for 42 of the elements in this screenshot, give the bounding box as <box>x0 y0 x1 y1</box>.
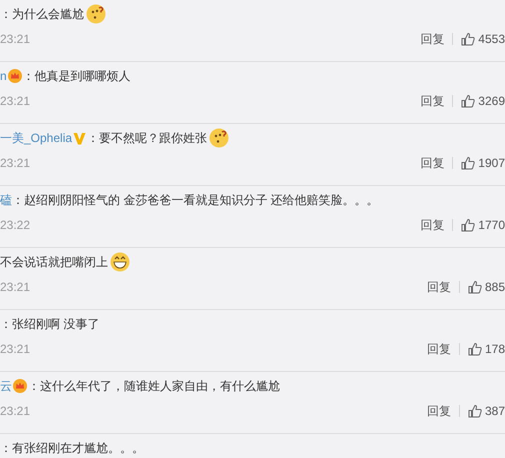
like-count: 1907 <box>478 156 505 170</box>
thumbs-up-icon[interactable] <box>468 280 482 294</box>
thinking-face-emoji-icon <box>86 4 106 24</box>
thumbs-up-icon[interactable] <box>468 342 482 356</box>
crown-badge-icon <box>13 379 27 393</box>
thumbs-up-icon[interactable] <box>461 218 476 232</box>
reply-link[interactable]: 回复 <box>426 278 451 296</box>
reply-link[interactable]: 回复 <box>420 30 444 48</box>
like-count: 4553 <box>478 32 505 46</box>
comment-text: ：张绍刚啊 没事了 <box>0 316 100 332</box>
thumbs-up-icon[interactable] <box>461 156 476 170</box>
like-count: 885 <box>484 280 505 294</box>
comment-text: ：为什么会尴尬 <box>0 6 84 22</box>
comment-time: 23:21 <box>0 156 30 170</box>
comment-text: ：这什么年代了，随谁姓人家自由，有什么尴尬 <box>28 378 280 394</box>
comment-text: ：他真是到哪哪烦人 <box>22 68 131 84</box>
comment-time: 23:21 <box>0 280 30 294</box>
comment-time: 23:21 <box>0 404 30 418</box>
grinning-face-emoji-icon <box>110 252 130 272</box>
like-count: 387 <box>484 404 505 418</box>
like-count: 1770 <box>478 218 505 232</box>
like-count: 178 <box>484 342 505 356</box>
thumbs-up-icon[interactable] <box>461 94 476 108</box>
comment-text: ：有张绍刚在才尴尬。。。 <box>0 440 144 456</box>
comment-text: ：要不然呢？跟你姓张 <box>87 130 208 146</box>
comment-time: 23:22 <box>0 218 30 232</box>
reply-link[interactable]: 回复 <box>420 216 444 234</box>
comment-text: 不会说话就把嘴闭上 <box>0 254 108 270</box>
crown-badge-icon <box>8 69 22 83</box>
reply-link[interactable]: 回复 <box>426 340 451 358</box>
verified-badge-icon <box>73 132 86 144</box>
thinking-face-emoji-icon <box>209 128 230 148</box>
thumbs-up-icon[interactable] <box>468 404 482 418</box>
comment-time: 23:21 <box>0 94 30 108</box>
comment-text: ：赵绍刚阴阳怪气的 金莎爸爸一看就是知识分子 还给他赔笑脸。。。 <box>12 192 379 208</box>
like-count: 3269 <box>478 94 505 108</box>
comment-time: 23:21 <box>0 32 30 46</box>
reply-link[interactable]: 回复 <box>420 154 444 172</box>
reply-link[interactable]: 回复 <box>420 92 444 110</box>
reply-link[interactable]: 回复 <box>426 402 451 420</box>
comment-time: 23:21 <box>0 342 30 356</box>
thumbs-up-icon[interactable] <box>461 32 476 46</box>
